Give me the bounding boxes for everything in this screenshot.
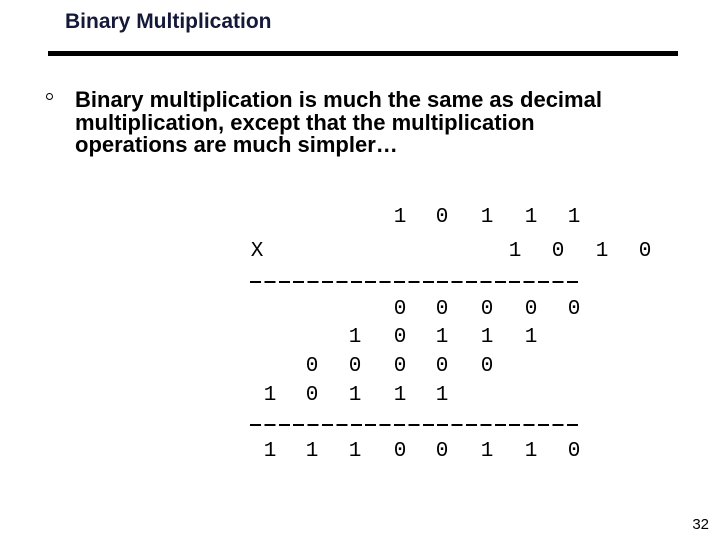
partial-product-digit: 0: [567, 298, 581, 321]
operator-symbol: X: [250, 240, 264, 263]
partial-product-digit: 0: [435, 298, 449, 321]
result-digit: 1: [348, 440, 362, 463]
partial-product-digit: 0: [305, 355, 319, 378]
result-digit: 1: [524, 440, 538, 463]
multiplicand-digit: 1: [567, 206, 581, 229]
multiplicand-digit: 1: [524, 206, 538, 229]
partial-product-digit: 1: [263, 384, 277, 407]
partial-product-digit: 0: [480, 355, 494, 378]
partial-product-digit: 1: [393, 384, 407, 407]
partial-product-digit: 1: [435, 326, 449, 349]
multiplier-digit: 1: [508, 240, 522, 263]
partial-product-digit: 1: [480, 326, 494, 349]
partial-product-digit: 0: [348, 355, 362, 378]
partial-product-digit: 1: [348, 384, 362, 407]
partial-product-digit: 1: [348, 326, 362, 349]
multiplicand-digit: 1: [480, 206, 494, 229]
result-digit: 1: [480, 440, 494, 463]
partial-product-digit: 0: [524, 298, 538, 321]
result-digit: 1: [263, 440, 277, 463]
page-number: 32: [692, 516, 709, 533]
result-digit: 0: [435, 440, 449, 463]
multiplicand-digit: 1: [393, 206, 407, 229]
partial-product-digit: 1: [435, 384, 449, 407]
top-dash-line: [250, 281, 581, 283]
partial-product-digit: 1: [524, 326, 538, 349]
multiplier-digit: 0: [638, 240, 652, 263]
partial-product-digit: 0: [435, 355, 449, 378]
bottom-dash-line: [250, 424, 581, 426]
multiplier-digit: 0: [551, 240, 565, 263]
result-digit: 1: [305, 440, 319, 463]
multiplication-worked-example: X 1011110100000010111000001011111100110: [0, 0, 720, 540]
partial-product-digit: 0: [393, 298, 407, 321]
multiplicand-digit: 0: [435, 206, 449, 229]
partial-product-digit: 0: [305, 384, 319, 407]
result-digit: 0: [393, 440, 407, 463]
partial-product-digit: 0: [393, 326, 407, 349]
partial-product-digit: 0: [393, 355, 407, 378]
partial-product-digit: 0: [480, 298, 494, 321]
multiplier-digit: 1: [595, 240, 609, 263]
result-digit: 0: [567, 440, 581, 463]
